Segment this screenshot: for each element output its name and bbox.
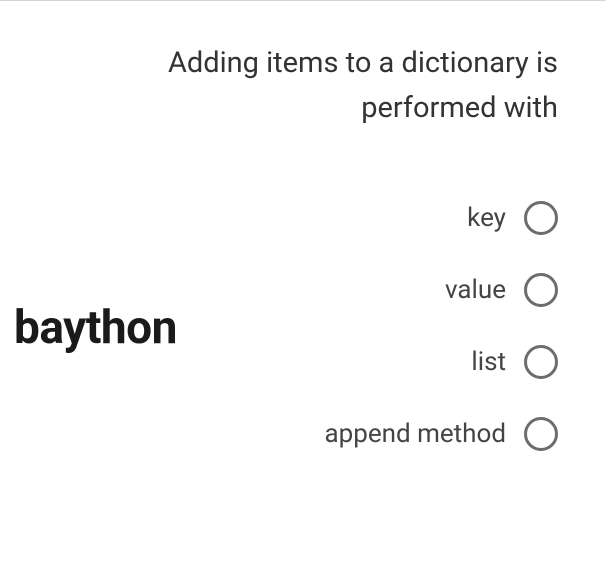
question-text: Adding items to a dictionary is performe… [168, 41, 558, 131]
radio-icon[interactable] [524, 273, 558, 307]
option-label: append method [324, 419, 506, 449]
options-list: key value list append method [324, 201, 558, 451]
option-label: value [445, 275, 506, 305]
radio-icon[interactable] [524, 201, 558, 235]
option-row-value[interactable]: value [324, 273, 558, 307]
radio-icon[interactable] [524, 345, 558, 379]
option-row-append-method[interactable]: append method [324, 417, 558, 451]
option-label: key [467, 203, 506, 233]
radio-icon[interactable] [524, 417, 558, 451]
watermark-text: baython [14, 301, 177, 355]
option-label: list [471, 347, 506, 377]
question-line-1: Adding items to a dictionary is [168, 41, 558, 86]
question-line-2: performed with [168, 86, 558, 131]
option-row-key[interactable]: key [324, 201, 558, 235]
option-row-list[interactable]: list [324, 345, 558, 379]
